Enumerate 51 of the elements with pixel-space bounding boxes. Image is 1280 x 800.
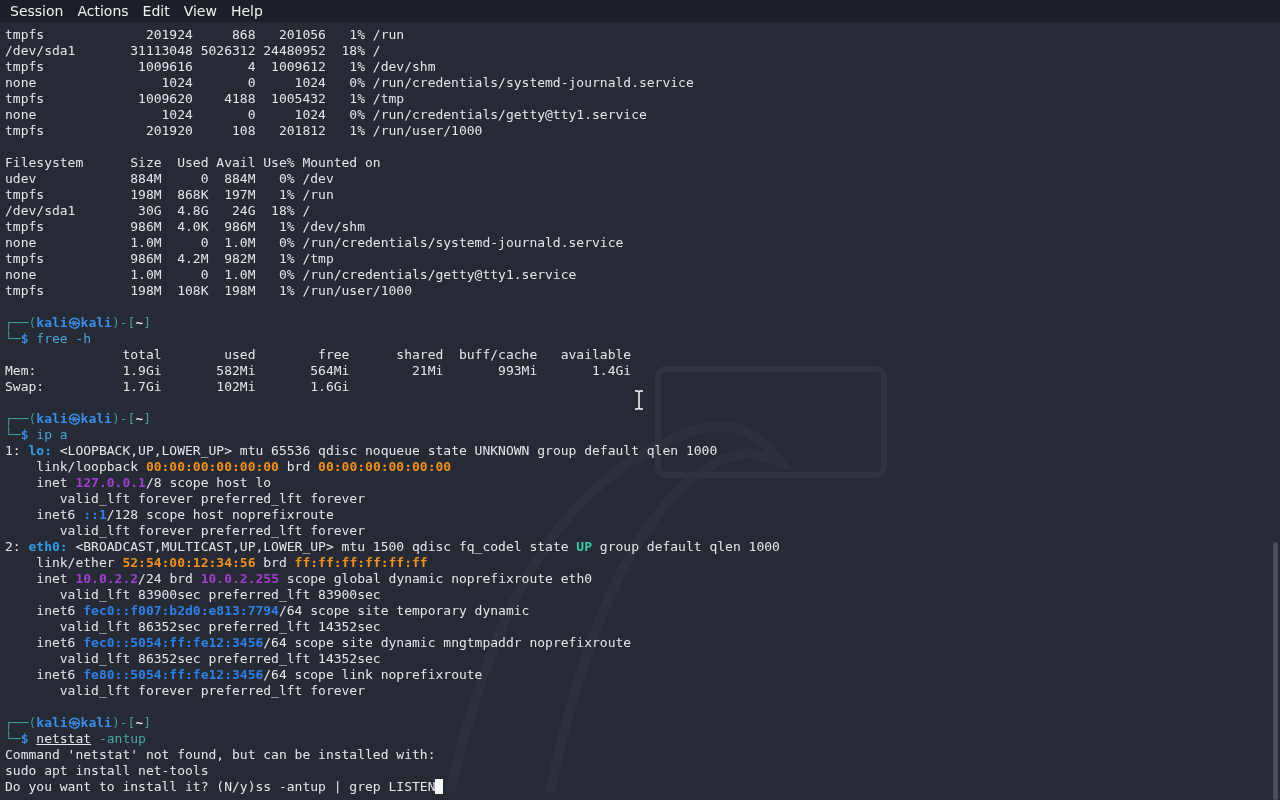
terminal-line: Do you want to install it? (N/y)ss -antup | grep LISTEN [5, 779, 444, 795]
terminal-line: tmpfs 198M 108K 198M 1% /run/user/1000 [5, 283, 412, 299]
terminal-line: valid_lft 86352sec preferred_lft 14352sec [58, 651, 381, 667]
terminal-line: └─$ netstat -antup [5, 731, 146, 747]
terminal-line: udev 884M 0 884M 0% /dev [5, 171, 334, 187]
terminal-line: none 1.0M 0 1.0M 0% /run/credentials/getty@tty1.service [5, 267, 577, 283]
terminal-line: Mem: 1.9Gi 582Mi 564Mi 21Mi 993Mi 1.4Gi [5, 363, 632, 379]
terminal-line: /dev/sda1 31113048 5026312 24480952 18% / [5, 43, 381, 59]
terminal-line: valid_lft forever preferred_lft forever [58, 683, 366, 699]
terminal-line: inet 10.0.2.2/24 brd 10.0.2.255 scope global dynamic noprefixroute eth0 [35, 571, 593, 587]
terminal-line: valid_lft forever preferred_lft forever [58, 491, 366, 507]
terminal-line: 1: lo: <LOOPBACK,UP,LOWER_UP> mtu 65536 qdisc noqueue state UNKNOWN group default qlen 1000 [5, 443, 718, 459]
terminal-line: 2: eth0: <BROADCAST,MULTICAST,UP,LOWER_UP> mtu 1500 qdisc fq_codel state UP group default qlen 1000 [5, 539, 780, 555]
text-cursor-icon [634, 390, 644, 410]
terminal-line: Filesystem Size Used Avail Use% Mounted on [5, 155, 381, 171]
menu-item[interactable]: Session [3, 0, 71, 22]
menu-item[interactable]: View [176, 0, 224, 22]
terminal-line: none 1.0M 0 1.0M 0% /run/credentials/systemd-journald.service [5, 235, 624, 251]
terminal-line: └─$ ip a [5, 427, 68, 443]
terminal-line: valid_lft 83900sec preferred_lft 83900sec [58, 587, 381, 603]
menu-item[interactable]: Edit [135, 0, 177, 22]
terminal-line: /dev/sda1 30G 4.8G 24G 18% / [5, 203, 311, 219]
terminal-line: inet 127.0.0.1/8 scope host lo [35, 475, 272, 491]
terminal-line: tmpfs 1009616 4 1009612 1% /dev/shm [5, 59, 436, 75]
terminal-line: valid_lft 86352sec preferred_lft 14352sec [58, 619, 381, 635]
terminal-line: tmpfs 986M 4.0K 986M 1% /dev/shm [5, 219, 366, 235]
terminal-line: inet6 fec0::f007:b2d0:e813:7794/64 scope site temporary dynamic [35, 603, 530, 619]
terminal-line: none 1024 0 1024 0% /run/credentials/systemd-journald.service [5, 75, 694, 91]
terminal-line: inet6 fec0::5054:ff:fe12:3456/64 scope site dynamic mngtmpaddr noprefixroute [35, 635, 632, 651]
terminal-line: tmpfs 198M 868K 197M 1% /run [5, 187, 334, 203]
terminal-line: ┌──(kali㉿kali)-[~] [5, 315, 152, 331]
terminal-line: tmpfs 201920 108 201812 1% /run/user/1000 [5, 123, 483, 139]
terminal-line: none 1024 0 1024 0% /run/credentials/getty@tty1.service [5, 107, 647, 123]
terminal-line: link/loopback 00:00:00:00:00:00 brd 00:00:00:00:00:00 [35, 459, 452, 475]
terminal-line: ┌──(kali㉿kali)-[~] [5, 411, 152, 427]
menu-item[interactable]: Actions [70, 0, 136, 22]
terminal-line: valid_lft forever preferred_lft forever [58, 523, 366, 539]
terminal-line: sudo apt install net-tools [5, 763, 209, 779]
terminal-line: tmpfs 1009620 4188 1005432 1% /tmp [5, 91, 405, 107]
terminal-line: Swap: 1.7Gi 102Mi 1.6Gi [5, 379, 350, 395]
terminal-line: Command 'netstat' not found, but can be installed with: [5, 747, 436, 763]
terminal-line: inet6 ::1/128 scope host noprefixroute [35, 507, 334, 523]
terminal-line: total used free shared buff/cache available [121, 347, 632, 363]
terminal-line: ┌──(kali㉿kali)-[~] [5, 715, 152, 731]
terminal-line: tmpfs 201924 868 201056 1% /run [5, 27, 405, 43]
terminal-line: link/ether 52:54:00:12:34:56 brd ff:ff:ff:ff:ff:ff [35, 555, 428, 571]
terminal-line: └─$ free -h [5, 331, 92, 347]
scrollbar[interactable] [1273, 542, 1278, 800]
terminal-line: tmpfs 986M 4.2M 982M 1% /tmp [5, 251, 334, 267]
terminal-line: inet6 fe80::5054:ff:fe12:3456/64 scope link noprefixroute [35, 667, 483, 683]
menu-item[interactable]: Help [223, 0, 270, 22]
